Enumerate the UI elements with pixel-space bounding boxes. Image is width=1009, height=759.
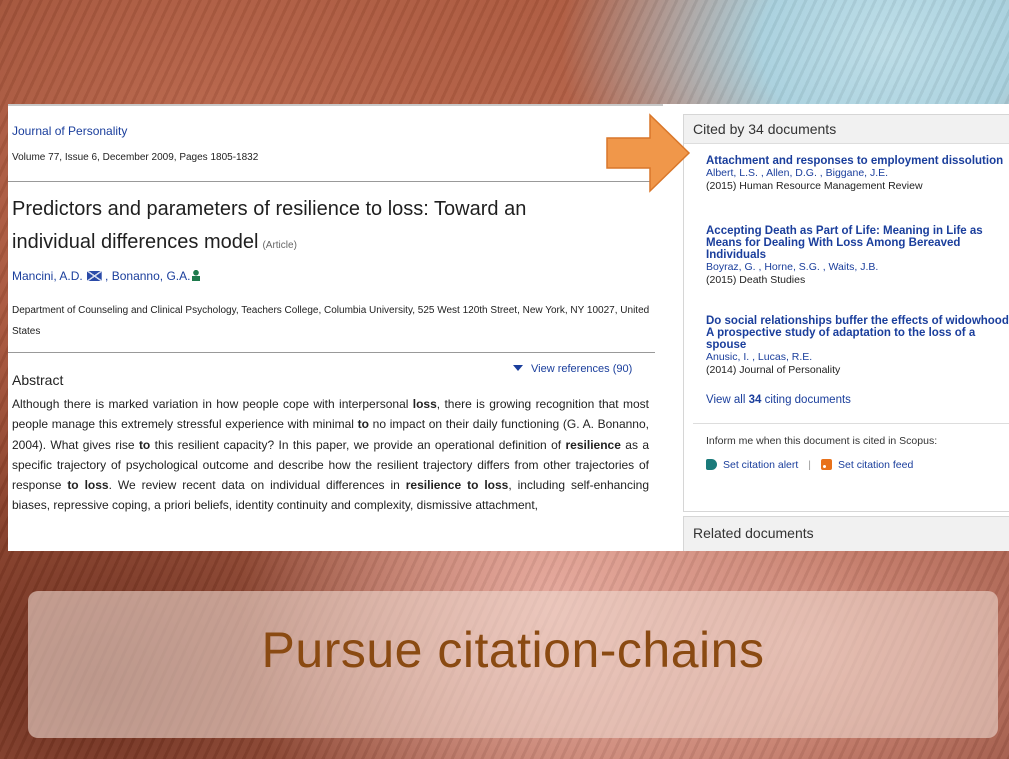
author-separator: , xyxy=(105,269,109,283)
scopus-screenshot: Journal of Personality Volume 77, Issue … xyxy=(8,104,1009,551)
divider xyxy=(8,181,655,182)
set-alert-label: Set citation alert xyxy=(723,459,799,471)
citation-title-link[interactable]: Attachment and responses to employment d… xyxy=(706,155,1009,167)
triangle-down-icon xyxy=(513,365,523,371)
related-documents-header[interactable]: Related documents xyxy=(683,516,1009,551)
divider xyxy=(693,423,1009,424)
divider xyxy=(8,352,655,353)
authors-line: Mancini, A.D. , Bonanno, G.A. xyxy=(12,269,201,283)
mail-icon[interactable] xyxy=(86,271,102,281)
rss-icon xyxy=(821,459,833,470)
citation-authors[interactable]: Albert, L.S. , Allen, D.G. , Biggane, J.… xyxy=(706,167,1009,180)
arrow-shape xyxy=(606,113,691,193)
set-citation-feed-link[interactable]: Set citation feed xyxy=(821,459,913,471)
view-all-count: 34 xyxy=(748,394,762,406)
citation-authors[interactable]: Boyraz, G. , Horne, S.G. , Waits, J.B. xyxy=(706,261,1009,274)
author-link-mancini[interactable]: Mancini, A.D. xyxy=(12,269,83,283)
affiliation: Department of Counseling and Clinical Ps… xyxy=(12,305,650,337)
abstract-keyword: loss xyxy=(412,397,437,411)
abstract-keyword: to loss xyxy=(67,478,109,493)
inform-text: Inform me when this document is cited in… xyxy=(706,435,938,447)
cited-by-box: Cited by 34 documents Attachment and res… xyxy=(683,114,1009,512)
citation-authors[interactable]: Anusic, I. , Lucas, R.E. xyxy=(706,351,1009,364)
article-panel: Journal of Personality Volume 77, Issue … xyxy=(8,104,663,551)
view-all-citing-link[interactable]: View all 34 citing documents xyxy=(706,394,851,406)
abstract-segment: . We review recent data on individual di… xyxy=(108,478,406,493)
citation-item: Do social relationships buffer the effec… xyxy=(706,315,1009,377)
abstract-heading: Abstract xyxy=(12,372,64,388)
cited-by-title: Cited by 34 documents xyxy=(693,121,837,137)
abstract-segment: this resilient capacity? In this paper, … xyxy=(150,437,566,452)
set-feed-label: Set citation feed xyxy=(838,459,914,471)
view-references-label: View references (90) xyxy=(531,363,633,375)
view-all-post: citing documents xyxy=(761,394,851,406)
set-citation-alert-link[interactable]: Set citation alert xyxy=(706,459,798,471)
citation-item: Attachment and responses to employment d… xyxy=(706,155,1009,193)
citation-source: (2014) Journal of Personality xyxy=(706,364,841,376)
view-references-link[interactable]: View references (90) xyxy=(513,363,632,375)
abstract-text: Although there is marked variation in ho… xyxy=(12,394,649,516)
abstract-keyword: to xyxy=(357,417,369,432)
article-title-line1: Predictors and parameters of resilience … xyxy=(12,198,527,220)
alert-links: Set citation alert | Set citation feed xyxy=(706,459,913,471)
volume-info: Volume 77, Issue 6, December 2009, Pages… xyxy=(12,152,259,163)
citation-title-link[interactable]: Accepting Death as Part of Life: Meaning… xyxy=(706,225,1009,261)
citation-source: (2015) Death Studies xyxy=(706,274,806,286)
citation-title-link[interactable]: Do social relationships buffer the effec… xyxy=(706,315,1009,351)
article-title-text: individual differences model xyxy=(12,231,259,253)
author-link-bonanno[interactable]: Bonanno, G.A. xyxy=(112,269,191,283)
person-icon[interactable] xyxy=(192,270,201,281)
link-separator: | xyxy=(808,459,812,471)
abstract-keyword: to xyxy=(138,437,151,452)
arrow-icon xyxy=(606,113,691,193)
abstract-keyword: resilience xyxy=(565,437,621,452)
abstract-segment: Although there is marked variation in ho… xyxy=(12,397,413,411)
abstract-keyword: resilience to loss xyxy=(405,478,509,493)
slide-caption: Pursue citation-chains xyxy=(261,622,765,678)
citation-item: Accepting Death as Part of Life: Meaning… xyxy=(706,225,1009,287)
journal-link[interactable]: Journal of Personality xyxy=(12,124,127,138)
view-all-pre: View all xyxy=(706,394,749,406)
article-type-label: (Article) xyxy=(262,240,297,251)
caption-box: Pursue citation-chains xyxy=(28,591,998,738)
sidebar: Cited by 34 documents Attachment and res… xyxy=(683,114,1009,551)
article-title-line2: individual differences model (Article) xyxy=(12,229,297,259)
cited-by-header: Cited by 34 documents xyxy=(684,115,1009,144)
related-documents-title: Related documents xyxy=(693,525,814,541)
bell-icon xyxy=(706,459,717,470)
citation-source: (2015) Human Resource Management Review xyxy=(706,180,923,192)
